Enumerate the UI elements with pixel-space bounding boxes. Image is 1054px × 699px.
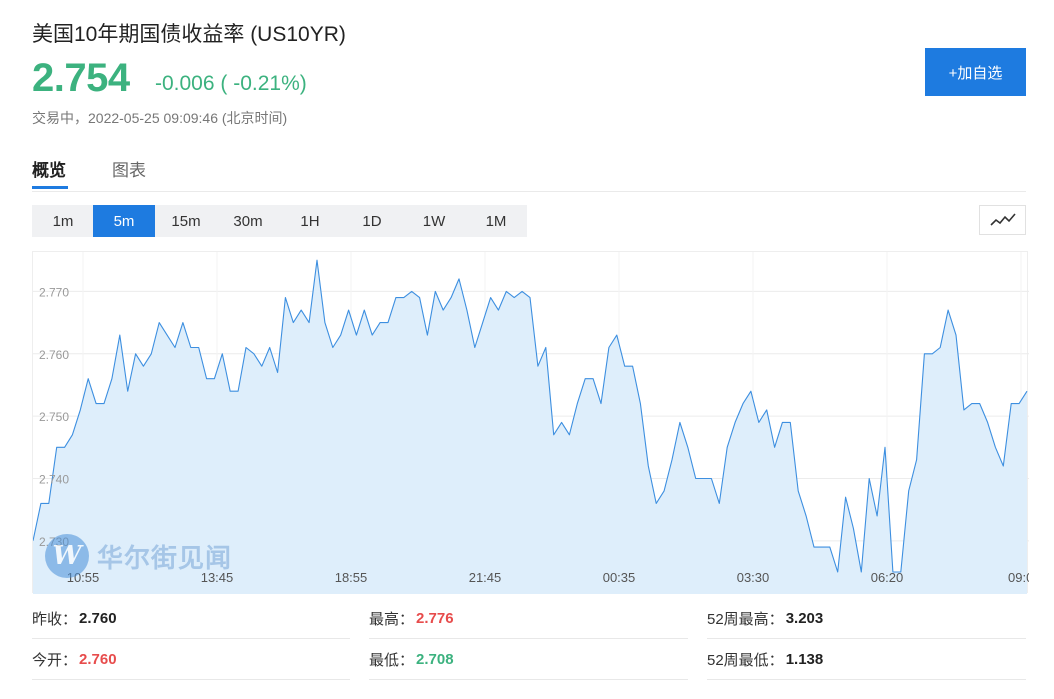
chart-canvas: 2.770 2.760 2.750 2.740 2.730 10:55 13:45 18:5… <box>33 252 1029 594</box>
y-tick-label: 2.760 <box>39 348 69 362</box>
stat-value: 2.760 <box>79 650 117 668</box>
active-tab-indicator <box>32 186 68 189</box>
page-title: 美国10年期国债收益率 (US10YR) <box>32 23 346 46</box>
line-chart-icon <box>989 213 1016 226</box>
interval-30m-button[interactable]: 30m <box>217 205 279 237</box>
stat-label: 昨收： <box>32 610 78 628</box>
stat-52w-low: 52周最低： 1.138 <box>707 639 1026 680</box>
stat-value: 1.138 <box>785 650 824 668</box>
interval-1h-button[interactable]: 1H <box>279 205 341 237</box>
stat-52w-high: 52周最高： 3.203 <box>707 598 1026 639</box>
x-tick-label: 03:30 <box>737 570 770 585</box>
stat-label: 52周最低： <box>707 651 784 669</box>
stat-open: 今开： 2.760 <box>32 639 350 680</box>
stat-high: 最高： 2.776 <box>369 598 688 639</box>
trading-status: 交易中，2022-05-25 09:09:46 (北京时间) <box>32 110 288 126</box>
x-tick-label: 18:55 <box>335 570 368 585</box>
stat-label: 今开： <box>32 651 78 669</box>
price-change: -0.006 ( -0.21%) <box>155 72 307 95</box>
stat-label: 52周最高： <box>707 610 784 628</box>
chart-type-button[interactable] <box>979 205 1026 235</box>
stat-value: 2.776 <box>416 609 454 627</box>
stat-value: 2.760 <box>79 609 117 627</box>
stat-label: 最高： <box>369 610 415 628</box>
x-tick-label: 21:45 <box>469 570 502 585</box>
interval-selector: 1m 5m 15m 30m 1H 1D 1W 1M <box>32 205 527 237</box>
tab-chart[interactable]: 图表 <box>112 156 146 181</box>
y-tick-label: 2.740 <box>39 472 69 486</box>
interval-1m-button[interactable]: 1m <box>32 205 94 237</box>
stats-panel: 昨收： 2.760 最高： 2.776 52周最高： 3.203 今开： 2.7… <box>32 598 1026 688</box>
add-to-watchlist-button[interactable]: +加自选 <box>925 48 1026 96</box>
stat-value: 2.708 <box>416 650 454 668</box>
current-price: 2.754 <box>32 56 130 100</box>
tab-overview[interactable]: 概览 <box>32 156 66 181</box>
interval-15m-button[interactable]: 15m <box>155 205 217 237</box>
price-chart[interactable]: 2.770 2.760 2.750 2.740 2.730 10:55 13:45 18:5… <box>32 251 1029 594</box>
interval-1d-button[interactable]: 1D <box>341 205 403 237</box>
x-tick-label: 09:0 <box>1008 570 1029 585</box>
x-tick-label: 06:20 <box>871 570 904 585</box>
stat-prev-close: 昨收： 2.760 <box>32 598 350 639</box>
y-tick-label: 2.730 <box>39 535 69 549</box>
y-tick-label: 2.770 <box>39 285 69 299</box>
stat-label: 最低： <box>369 651 415 669</box>
interval-5m-button[interactable]: 5m <box>93 205 155 237</box>
y-tick-label: 2.750 <box>39 410 69 424</box>
x-tick-label: 00:35 <box>603 570 636 585</box>
stat-low: 最低： 2.708 <box>369 639 688 680</box>
tab-bar: 概览 图表 <box>32 152 1026 192</box>
series-area-fill <box>33 260 1027 594</box>
interval-1mo-button[interactable]: 1M <box>465 205 527 237</box>
x-tick-label: 13:45 <box>201 570 234 585</box>
x-tick-label: 10:55 <box>67 570 100 585</box>
interval-1w-button[interactable]: 1W <box>403 205 465 237</box>
stat-value: 3.203 <box>785 609 824 627</box>
